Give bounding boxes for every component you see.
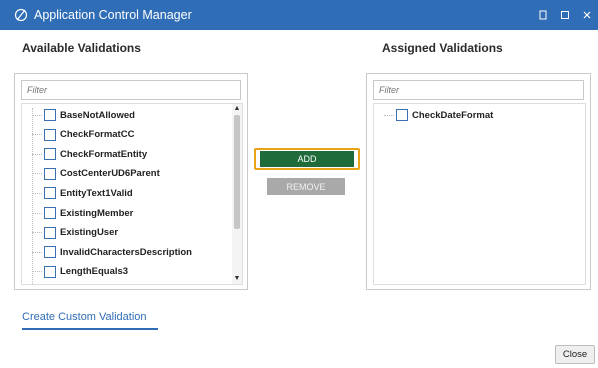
list-item[interactable]: ExistingUser — [32, 224, 118, 242]
list-item-label: CheckDateFormat — [412, 109, 494, 121]
title-bar: Application Control Manager — [0, 0, 598, 30]
checkbox[interactable] — [44, 148, 56, 161]
list-item[interactable]: CheckFormatCC — [32, 126, 134, 144]
tree-connector — [32, 271, 42, 273]
available-validations-list[interactable]: BaseNotAllowed CheckFormatCC CheckFormatEn… — [21, 103, 243, 285]
create-custom-validation-link[interactable]: Create Custom Validation — [22, 311, 147, 323]
scrollbar-thumb[interactable] — [234, 115, 240, 229]
scroll-down-icon[interactable]: ▼ — [232, 274, 242, 284]
checkbox[interactable] — [44, 226, 56, 239]
list-item-label: EntityText1Valid — [60, 187, 133, 199]
assigned-filter-input[interactable] — [373, 80, 584, 100]
list-item-label: ExistingMember — [60, 207, 134, 219]
add-button[interactable]: ADD — [260, 151, 354, 167]
available-validations-panel: BaseNotAllowed CheckFormatCC CheckFormatEn… — [14, 73, 248, 290]
scroll-up-icon[interactable]: ▲ — [232, 104, 242, 114]
checkbox[interactable] — [44, 265, 56, 278]
list-item[interactable]: CostCenterUD6Parent — [32, 165, 160, 183]
tree-connector — [32, 114, 42, 116]
remove-button[interactable]: REMOVE — [267, 178, 345, 195]
app-logo-icon — [14, 8, 28, 22]
assigned-validations-list[interactable]: CheckDateFormat — [373, 103, 586, 285]
assigned-validations-panel: CheckDateFormat — [366, 73, 591, 290]
link-underline — [22, 328, 158, 330]
add-button-highlight: ADD — [254, 148, 360, 170]
maximize-icon[interactable] — [554, 0, 576, 30]
checkbox[interactable] — [44, 246, 56, 259]
list-item[interactable]: CheckFormatEntity — [32, 145, 147, 163]
window-controls — [532, 0, 598, 30]
checkbox[interactable] — [396, 109, 408, 121]
checkbox[interactable] — [44, 207, 56, 219]
list-item-label: LengthEquals3 — [60, 266, 129, 278]
close-icon[interactable] — [576, 0, 598, 30]
list-item-label: CheckFormatEntity — [60, 148, 148, 160]
list-item[interactable]: InvalidCharactersDescription — [32, 243, 192, 261]
available-scrollbar[interactable]: ▲ ▼ — [232, 104, 242, 284]
close-button[interactable]: Close — [555, 345, 595, 364]
list-item-label: InvalidCharactersDescription — [60, 246, 192, 258]
tree-connector — [32, 251, 42, 253]
tree-connector — [32, 173, 42, 175]
list-item[interactable]: ExistingMember — [32, 204, 133, 222]
tree-connector — [384, 114, 394, 116]
list-item-label: BaseNotAllowed — [60, 109, 135, 121]
list-item[interactable]: EntityText1Valid — [32, 184, 133, 202]
checkbox[interactable] — [44, 109, 56, 121]
checkbox[interactable] — [44, 167, 56, 180]
tree-connector — [32, 212, 42, 214]
tree-connector — [32, 134, 42, 136]
tree-connector — [32, 232, 42, 234]
restore-icon[interactable] — [532, 0, 554, 30]
checkbox[interactable] — [44, 187, 56, 200]
list-item-label: CostCenterUD6Parent — [60, 168, 160, 180]
list-item[interactable]: LengthEquals3 — [32, 263, 128, 281]
tree-connector — [32, 153, 42, 155]
tree-connector — [32, 192, 42, 194]
list-item[interactable]: CheckDateFormat — [384, 106, 493, 124]
checkbox[interactable] — [44, 128, 56, 141]
list-item-label: CheckFormatCC — [60, 129, 135, 141]
list-item[interactable]: BaseNotAllowed — [32, 106, 135, 124]
available-validations-title: Available Validations — [22, 41, 141, 55]
list-item-label: ExistingUser — [60, 227, 119, 239]
available-filter-input[interactable] — [21, 80, 241, 100]
assigned-validations-title: Assigned Validations — [382, 41, 503, 55]
window-title: Application Control Manager — [34, 8, 192, 22]
